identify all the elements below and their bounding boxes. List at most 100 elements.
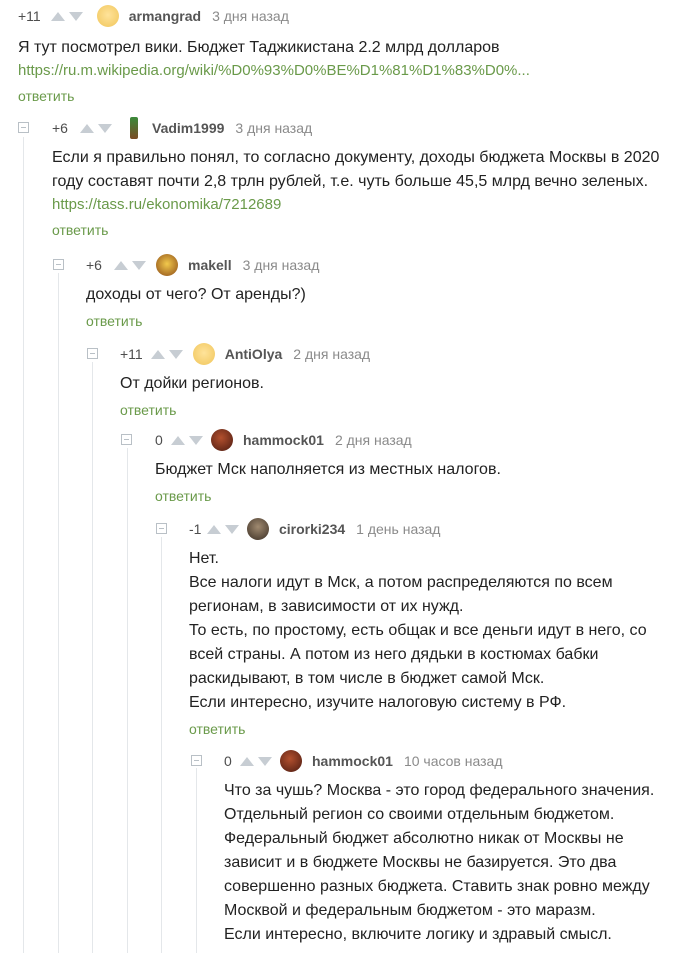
downvote-icon[interactable] — [98, 123, 112, 133]
avatar[interactable] — [156, 254, 178, 276]
username[interactable]: cirorki234 — [279, 521, 345, 537]
comment: 0 hammock01 10 часов назад Что за чушь? … — [224, 749, 694, 947]
comment-line: Нет. — [189, 550, 219, 567]
reply-button[interactable]: ответить — [86, 311, 686, 331]
comment-text: Если я правильно понял, то согласно доку… — [52, 146, 692, 194]
rating-score: 0 — [224, 753, 232, 769]
downvote-icon[interactable] — [68, 11, 83, 21]
upvote-icon[interactable] — [80, 123, 94, 133]
upvote-icon[interactable] — [150, 349, 165, 359]
reply-button[interactable]: ответить — [155, 486, 685, 506]
comment-line: году составят почти 2,8 трлн рублей, т.е… — [52, 173, 649, 190]
downvote-icon[interactable] — [132, 260, 146, 270]
comment-date[interactable]: 10 часов назад — [404, 753, 503, 769]
comment-line: Москвой и федеральным бюджетом - это мар… — [224, 902, 596, 919]
comment-line: зависит и в бюджете Москвы не базируется… — [224, 854, 617, 871]
comment-line: Бюджет Мск наполняется из местных налого… — [155, 461, 501, 478]
rating-score: +11 — [18, 8, 41, 24]
rating-score: 0 — [155, 432, 163, 448]
rating-score: +6 — [52, 120, 68, 136]
avatar[interactable] — [247, 518, 269, 540]
comment-header: 0 hammock01 2 дня назад — [155, 428, 685, 452]
reply-button[interactable]: ответить — [18, 86, 688, 106]
comment-header: 0 hammock01 10 часов назад — [224, 749, 694, 773]
comment-text: Что за чушь? Москва - это город федераль… — [224, 779, 694, 947]
thread-line — [23, 137, 24, 953]
comment-line: То есть, по простому, есть общак и все д… — [189, 622, 647, 639]
comment-text: доходы от чего? От аренды?) — [86, 283, 686, 307]
comment-text: Нет. Все налоги идут в Мск, а потом расп… — [189, 547, 689, 715]
comment-line: Федеральный бюджет абсолютно никак от Мо… — [224, 830, 624, 847]
downvote-icon[interactable] — [168, 349, 183, 359]
thread-line — [92, 362, 93, 953]
collapse-toggle[interactable] — [53, 259, 64, 270]
comment-line: Все налоги идут в Мск, а потом распредел… — [189, 574, 613, 591]
comment-link[interactable]: https://ru.m.wikipedia.org/wiki/%D0%93%D… — [18, 60, 688, 82]
comment-line: Если интересно, изучите налоговую систем… — [189, 694, 567, 711]
thread-line — [58, 273, 59, 953]
collapse-toggle[interactable] — [18, 122, 29, 133]
comment-line: раскидывают, в том числе в бюджет самой … — [189, 670, 545, 687]
comment-line: регионам, в зависимости от их нужд. — [189, 598, 464, 615]
comment-date[interactable]: 3 дня назад — [235, 120, 312, 136]
comment-line: Отдельный регион со своими отдельным бюд… — [224, 806, 615, 823]
rating-score: +11 — [120, 346, 143, 362]
comment-line: Если интересно, включите логику и здравы… — [224, 926, 612, 943]
rating-score: +6 — [86, 257, 102, 273]
upvote-icon[interactable] — [240, 756, 254, 766]
reply-button[interactable]: ответить — [52, 220, 692, 240]
username[interactable]: makell — [188, 257, 232, 273]
comment: +11 AntiOlya 2 дня назад От дойки регион… — [120, 342, 690, 420]
username[interactable]: Vadim1999 — [152, 120, 224, 136]
avatar[interactable] — [280, 750, 302, 772]
comment: 0 hammock01 2 дня назад Бюджет Мск напол… — [155, 428, 685, 506]
comment-date[interactable]: 3 дня назад — [243, 257, 320, 273]
comment-date[interactable]: 3 дня назад — [212, 8, 289, 24]
downvote-icon[interactable] — [189, 435, 203, 445]
avatar[interactable] — [130, 117, 138, 139]
comment-header: -1 cirorki234 1 день назад — [189, 517, 689, 541]
collapse-toggle[interactable] — [191, 755, 202, 766]
collapse-toggle[interactable] — [87, 348, 98, 359]
comment: +6 makell 3 дня назад доходы от чего? От… — [86, 253, 686, 331]
username[interactable]: armangrad — [129, 8, 201, 24]
downvote-icon[interactable] — [258, 756, 272, 766]
comment-line: Что за чушь? Москва - это город федераль… — [224, 782, 655, 799]
downvote-icon[interactable] — [225, 524, 239, 534]
comment-text: Я тут посмотрел вики. Бюджет Таджикистан… — [18, 36, 688, 60]
upvote-icon[interactable] — [50, 11, 65, 21]
username[interactable]: hammock01 — [312, 753, 393, 769]
comment-line: От дойки регионов. — [120, 375, 264, 392]
reply-button[interactable]: ответить — [120, 400, 690, 420]
comment-date[interactable]: 2 дня назад — [335, 432, 412, 448]
comment-text: От дойки регионов. — [120, 372, 690, 396]
collapse-toggle[interactable] — [121, 434, 132, 445]
upvote-icon[interactable] — [171, 435, 185, 445]
comment-line: совершенно разных бюджета. Ставить знак … — [224, 878, 650, 895]
comment-date[interactable]: 2 дня назад — [293, 346, 370, 362]
comment-line: доходы от чего? От аренды?) — [86, 286, 306, 303]
comment: +11 armangrad 3 дня назад Я тут посмотре… — [18, 4, 688, 106]
avatar[interactable] — [211, 429, 233, 451]
reply-button[interactable]: ответить — [189, 719, 689, 739]
comment: -1 cirorki234 1 день назад Нет. Все нало… — [189, 517, 689, 739]
comment-link[interactable]: https://tass.ru/ekonomika/7212689 — [52, 194, 692, 216]
comment-header: +11 armangrad 3 дня назад — [18, 4, 688, 28]
comment-line: Если я правильно понял, то согласно доку… — [52, 149, 660, 166]
collapse-toggle[interactable] — [156, 523, 167, 534]
comment-text: Бюджет Мск наполняется из местных налого… — [155, 458, 685, 482]
avatar[interactable] — [192, 343, 215, 365]
avatar[interactable] — [96, 5, 119, 27]
comment-line: Я тут посмотрел вики. Бюджет Таджикистан… — [18, 39, 500, 56]
comment: +6 Vadim1999 3 дня назад Если я правильн… — [52, 116, 692, 240]
thread-line — [127, 448, 128, 953]
comment-header: +6 Vadim1999 3 дня назад — [52, 116, 692, 140]
upvote-icon[interactable] — [207, 524, 221, 534]
thread-line — [161, 537, 162, 953]
comment-line: всей страны. А потом из него дядьки в ко… — [189, 646, 599, 663]
username[interactable]: AntiOlya — [225, 346, 283, 362]
upvote-icon[interactable] — [114, 260, 128, 270]
comment-date[interactable]: 1 день назад — [356, 521, 440, 537]
rating-score: -1 — [189, 521, 202, 537]
username[interactable]: hammock01 — [243, 432, 324, 448]
